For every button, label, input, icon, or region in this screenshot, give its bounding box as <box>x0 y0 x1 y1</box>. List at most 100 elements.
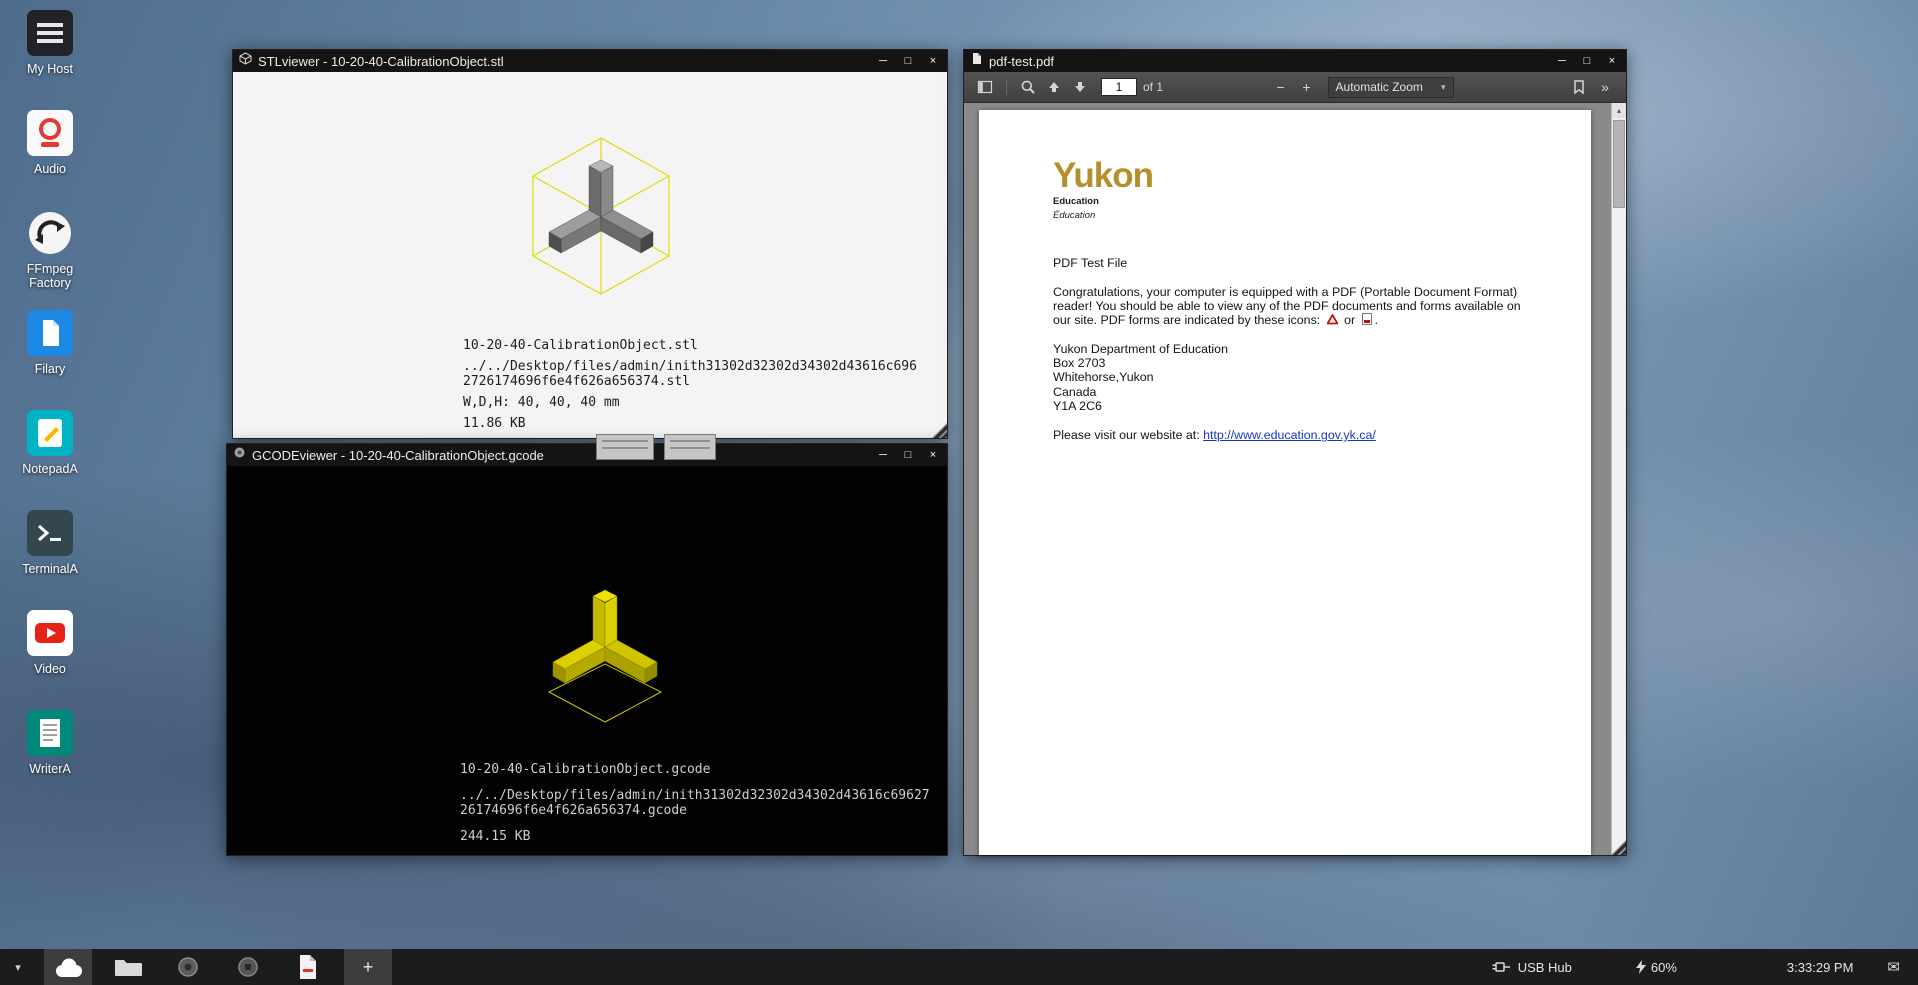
minimize-button[interactable]: ─ <box>875 447 891 463</box>
gcode-3d-render <box>505 564 705 744</box>
notepada-icon <box>27 410 73 456</box>
website-line: Please visit our website at: http://www.… <box>1053 428 1547 442</box>
battery-percent-label: 60% <box>1651 960 1677 975</box>
gcode-file-path-line2: 26174696f6e4f626a656374.gcode <box>460 803 930 818</box>
maximize-button[interactable]: □ <box>900 447 916 463</box>
desktop-icon-label: WriterA <box>29 762 70 776</box>
stl-dimensions: W,D,H: 40, 40, 40 mm <box>463 395 917 410</box>
taskbar: ▾ + USB Hub <box>0 949 1918 985</box>
stl-file-path-line2: 2726174696f6e4f626a656374.stl <box>463 374 917 389</box>
desktop-icon-label: Audio <box>34 162 66 176</box>
gcode-window-title: GCODEviewer - 10-20-40-CalibrationObject… <box>252 448 544 463</box>
minimize-button[interactable]: ─ <box>1554 53 1570 69</box>
more-tools-button[interactable]: » <box>1592 75 1618 99</box>
zoom-out-button[interactable]: − <box>1268 75 1294 99</box>
scrollbar[interactable]: ▴ <box>1611 103 1626 855</box>
audio-icon <box>27 110 73 156</box>
desktop-icon-terminala[interactable]: TerminalA <box>6 510 94 592</box>
stl-app-icon <box>239 52 252 70</box>
pdf-content-area: Yukon Education Éducation PDF Test File … <box>964 103 1626 855</box>
stl-3d-viewport[interactable]: 10-20-40-CalibrationObject.stl ../../Des… <box>233 72 947 438</box>
stl-file-name: 10-20-40-CalibrationObject.stl <box>463 338 917 353</box>
usb-hub-tray-item[interactable]: USB Hub <box>1491 960 1572 975</box>
taskbar-cloud-button[interactable] <box>44 949 92 985</box>
desktop-icon-filary[interactable]: Filary <box>6 310 94 392</box>
stl-file-info: 10-20-40-CalibrationObject.stl ../../Des… <box>463 338 917 431</box>
maximize-button[interactable]: □ <box>1579 53 1595 69</box>
scroll-up-icon[interactable]: ▴ <box>1612 103 1626 118</box>
taskbar-files-button[interactable] <box>104 949 152 985</box>
toolbar-separator <box>1006 79 1007 95</box>
gcode-file-name: 10-20-40-CalibrationObject.gcode <box>460 762 930 777</box>
close-button[interactable]: × <box>925 53 941 69</box>
gcode-titlebar[interactable]: GCODEviewer - 10-20-40-CalibrationObject… <box>227 444 947 466</box>
resize-grip[interactable] <box>932 423 947 438</box>
stl-file-size: 11.86 KB <box>463 416 917 431</box>
paragraph-line: reader! You should be able to view any o… <box>1053 299 1547 313</box>
search-button[interactable] <box>1015 75 1041 99</box>
power-bolt-icon <box>1636 960 1646 974</box>
pdf-document-icon <box>295 953 321 981</box>
pdf-toolbar: of 1 − + Automatic Zoom ▾ » <box>964 72 1626 103</box>
taskbar-pdf-button[interactable] <box>284 949 332 985</box>
ffmpeg-factory-icon <box>27 210 73 256</box>
pdf-titlebar[interactable]: pdf-test.pdf ─ □ × <box>964 50 1626 72</box>
mail-icon[interactable]: ✉ <box>1887 958 1900 976</box>
stl-window-title: STLviewer - 10-20-40-CalibrationObject.s… <box>258 54 504 69</box>
stl-file-path-line1: ../../Desktop/files/admin/inith31302d323… <box>463 359 917 374</box>
bookmark-button[interactable] <box>1566 75 1592 99</box>
logo-education-fr-label: Éducation <box>1053 209 1547 223</box>
taskbar-add-button[interactable]: + <box>344 949 392 985</box>
stl-3d-render <box>501 124 701 324</box>
website-label: Please visit our website at: <box>1053 428 1200 442</box>
desktop-icon-writera[interactable]: WriterA <box>6 710 94 792</box>
paragraph-line: Congratulations, your computer is equipp… <box>1053 285 1547 299</box>
minimize-button[interactable]: ─ <box>875 53 891 69</box>
taskbar-stlviewer-button[interactable] <box>164 949 212 985</box>
zoom-in-button[interactable]: + <box>1294 75 1320 99</box>
gcodeviewer-app-icon <box>236 955 260 979</box>
battery-tray-item[interactable]: 60% <box>1636 960 1677 975</box>
stlviewer-window: STLviewer - 10-20-40-CalibrationObject.s… <box>232 49 948 439</box>
desktop-icon-notepada[interactable]: NotepadA <box>6 410 94 492</box>
desktop-icon-video[interactable]: Video <box>6 610 94 692</box>
taskbar-gcodeviewer-button[interactable] <box>224 949 272 985</box>
previous-page-button[interactable] <box>1041 75 1067 99</box>
page-number-input[interactable] <box>1101 78 1137 96</box>
desktop-icon-my-host[interactable]: My Host <box>6 10 94 92</box>
stl-titlebar[interactable]: STLviewer - 10-20-40-CalibrationObject.s… <box>233 50 947 72</box>
desktop-icon-ffmpeg-factory[interactable]: FFmpeg Factory <box>6 210 94 292</box>
pdf-app-icon <box>970 52 983 70</box>
pdf-paragraph: Congratulations, your computer is equipp… <box>1053 285 1547 329</box>
desktop-icon-label: FFmpeg Factory <box>8 262 92 290</box>
my-host-icon <box>27 10 73 56</box>
zoom-select[interactable]: Automatic Zoom ▾ <box>1328 77 1454 98</box>
background-window-fragment <box>596 434 654 460</box>
website-link[interactable]: http://www.education.gov.yk.ca/ <box>1203 428 1376 442</box>
background-window-fragment <box>664 434 716 460</box>
maximize-button[interactable]: □ <box>900 53 916 69</box>
taskbar-expand-button[interactable]: ▾ <box>0 961 36 974</box>
yukon-logo: Yukon <box>1053 158 1547 194</box>
chevron-down-icon: ▾ <box>1441 82 1446 93</box>
address-block: Yukon Department of Education Box 2703 W… <box>1053 342 1547 413</box>
paragraph-line: our site. PDF forms are indicated by the… <box>1053 313 1547 328</box>
desktop-icon-label: My Host <box>27 62 73 76</box>
address-line: Box 2703 <box>1053 356 1547 370</box>
gcode-3d-viewport[interactable]: 10-20-40-CalibrationObject.gcode ../../D… <box>227 466 947 855</box>
close-button[interactable]: × <box>925 447 941 463</box>
page-count-label: of 1 <box>1143 80 1163 94</box>
pdf-page: Yukon Education Éducation PDF Test File … <box>979 110 1591 855</box>
desktop: My Host Audio FFmpeg Factory Filary Note… <box>0 0 1918 985</box>
desktop-icon-audio[interactable]: Audio <box>6 110 94 192</box>
acrobat-pdf-icon <box>1327 314 1338 328</box>
gcode-file-info: 10-20-40-CalibrationObject.gcode ../../D… <box>460 762 930 844</box>
filary-icon <box>27 310 73 356</box>
stlviewer-app-icon <box>176 955 200 979</box>
terminala-icon <box>27 510 73 556</box>
close-button[interactable]: × <box>1604 53 1620 69</box>
scrollbar-thumb[interactable] <box>1613 120 1625 208</box>
sidebar-toggle-button[interactable] <box>972 75 998 99</box>
desktop-icon-label: NotepadA <box>22 462 78 476</box>
next-page-button[interactable] <box>1067 75 1093 99</box>
